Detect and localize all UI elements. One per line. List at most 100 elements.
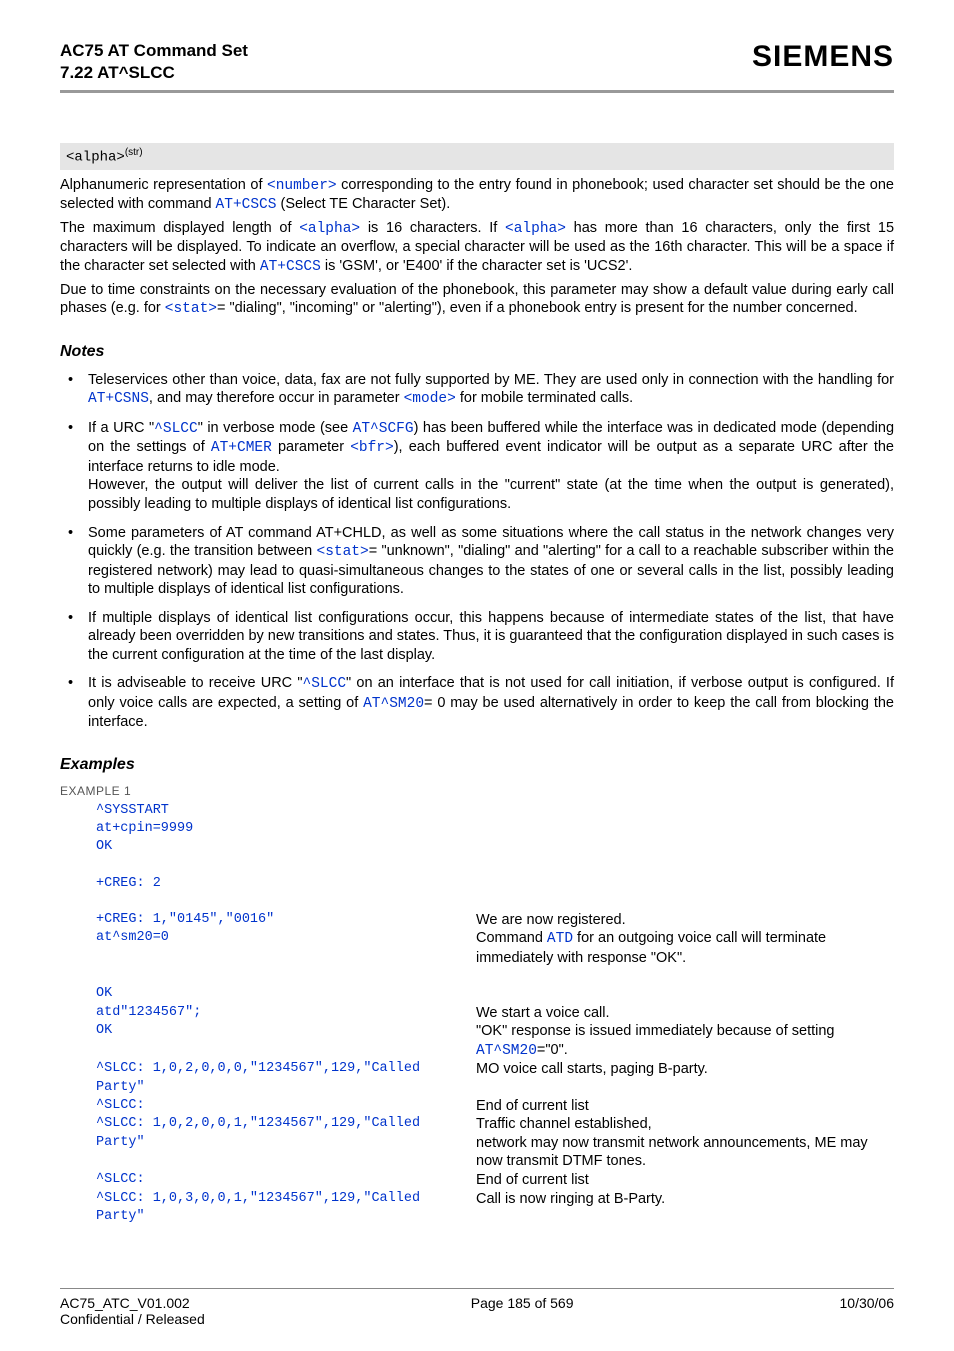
t: It is adviseable to receive URC " — [88, 675, 303, 691]
ex-cmd: OK — [96, 985, 476, 1003]
t: ="0". — [537, 1042, 568, 1058]
ex-desc: End of current list — [476, 1097, 894, 1116]
t: If multiple displays of identical list c… — [88, 610, 894, 663]
footer-date: 10/30/06 — [840, 1295, 895, 1327]
t: However, the output will deliver the lis… — [88, 477, 894, 512]
param-name: <alpha> — [66, 150, 125, 166]
header-line1: AC75 AT Command Set — [60, 41, 248, 60]
ex-cmd: atd"1234567"; — [96, 1004, 476, 1022]
para-3: Due to time constraints on the necessary… — [60, 281, 894, 319]
note-item: Teleservices other than voice, data, fax… — [60, 371, 894, 409]
footer-confidentiality: Confidential / Released — [60, 1311, 205, 1327]
page-header: AC75 AT Command Set 7.22 AT^SLCC SIEMENS — [60, 40, 894, 84]
ex-desc: We are now registered. — [476, 911, 894, 930]
page: AC75 AT Command Set 7.22 AT^SLCC SIEMENS… — [0, 0, 954, 1351]
ref-atd[interactable]: ATD — [547, 931, 573, 947]
t: network may now transmit network announc… — [476, 1135, 868, 1170]
t: (Select TE Character Set). — [276, 196, 450, 212]
ex-row: ^SLCC:End of current list — [96, 1171, 894, 1190]
ex-row: ^SYSSTART — [96, 802, 894, 820]
ex-cmd: at+cpin=9999 — [96, 820, 476, 838]
t: parameter — [272, 439, 350, 455]
ex-row: at^sm20=0Command ATD for an outgoing voi… — [96, 929, 894, 967]
param-sup: (str) — [125, 147, 143, 158]
examples-heading: Examples — [60, 756, 894, 774]
t: Teleservices other than voice, data, fax… — [88, 372, 894, 388]
t: for mobile terminated calls. — [456, 390, 633, 406]
ex-desc: MO voice call starts, paging B-party. — [476, 1060, 894, 1079]
t: " in verbose mode (see — [198, 420, 353, 436]
ref-at-cscs[interactable]: AT+CSCS — [216, 197, 277, 213]
note-item: If a URC "^SLCC" in verbose mode (see AT… — [60, 419, 894, 514]
t: Traffic channel established, — [476, 1116, 652, 1132]
ex-desc: "OK" response is issued immediately beca… — [476, 1022, 894, 1060]
page-footer: AC75_ATC_V01.002 Confidential / Released… — [60, 1288, 894, 1327]
para-2: The maximum displayed length of <alpha> … — [60, 219, 894, 277]
ref-at-sm20[interactable]: AT^SM20 — [363, 696, 424, 712]
ref-slcc[interactable]: ^SLCC — [154, 421, 198, 437]
ref-slcc[interactable]: ^SLCC — [303, 676, 347, 692]
ex-cmd: +CREG: 2 — [96, 875, 476, 893]
ref-alpha[interactable]: <alpha> — [299, 221, 360, 237]
ex-row: +CREG: 2 — [96, 875, 894, 893]
ex-desc: Call is now ringing at B-Party. — [476, 1190, 894, 1209]
blank — [96, 893, 894, 911]
example-1-block: ^SYSSTART at+cpin=9999 OK +CREG: 2 +CREG… — [60, 802, 894, 1226]
footer-doc-id: AC75_ATC_V01.002 — [60, 1295, 190, 1311]
header-divider — [60, 90, 894, 93]
ref-at-cscs[interactable]: AT+CSCS — [260, 259, 321, 275]
note-item: Some parameters of AT command AT+CHLD, a… — [60, 524, 894, 599]
t: If a URC " — [88, 420, 154, 436]
t: = "dialing", "incoming" or "alerting"), … — [217, 300, 858, 316]
ex-cmd: ^SLCC: — [96, 1171, 476, 1189]
ex-cmd: ^SLCC: 1,0,3,0,0,1,"1234567",129,"Called… — [96, 1190, 476, 1226]
ex-row: +CREG: 1,"0145","0016"We are now registe… — [96, 911, 894, 930]
ex-cmd: ^SYSSTART — [96, 802, 476, 820]
blank — [96, 857, 894, 875]
ex-desc: We start a voice call. — [476, 1004, 894, 1023]
t: Command — [476, 930, 547, 946]
ref-stat[interactable]: <stat> — [317, 544, 369, 560]
t: Alphanumeric representation of — [60, 177, 267, 193]
footer-left: AC75_ATC_V01.002 Confidential / Released — [60, 1295, 205, 1327]
ex-cmd: +CREG: 1,"0145","0016" — [96, 911, 476, 929]
ex-row: ^SLCC: 1,0,2,0,0,1,"1234567",129,"Called… — [96, 1115, 894, 1171]
ex-cmd: OK — [96, 1022, 476, 1040]
ref-at-cmer[interactable]: AT+CMER — [211, 440, 272, 456]
notes-heading: Notes — [60, 343, 894, 361]
ex-row: atd"1234567";We start a voice call. — [96, 1004, 894, 1023]
ref-at-csns[interactable]: AT+CSNS — [88, 391, 149, 407]
ref-number[interactable]: <number> — [267, 178, 337, 194]
t: is 'GSM', or 'E400' if the character set… — [321, 258, 633, 274]
blank — [96, 967, 894, 985]
ref-mode[interactable]: <mode> — [404, 391, 456, 407]
note-item: If multiple displays of identical list c… — [60, 609, 894, 665]
ex-desc: End of current list — [476, 1171, 894, 1190]
ref-at-scfg[interactable]: AT^SCFG — [353, 421, 414, 437]
notes-list: Teleservices other than voice, data, fax… — [60, 371, 894, 732]
example-1-label: EXAMPLE 1 — [60, 784, 894, 798]
footer-page-number: Page 185 of 569 — [471, 1295, 574, 1327]
header-line2: 7.22 AT^SLCC — [60, 63, 175, 82]
brand-logo: SIEMENS — [752, 40, 894, 74]
para-1: Alphanumeric representation of <number> … — [60, 176, 894, 215]
ex-desc: Command ATD for an outgoing voice call w… — [476, 929, 894, 967]
ref-at-sm20[interactable]: AT^SM20 — [476, 1043, 537, 1059]
t: "OK" response is issued immediately beca… — [476, 1023, 834, 1039]
ex-cmd: at^sm20=0 — [96, 929, 476, 947]
ref-bfr[interactable]: <bfr> — [350, 440, 394, 456]
ex-cmd: ^SLCC: — [96, 1097, 476, 1115]
ex-row: ^SLCC:End of current list — [96, 1097, 894, 1116]
ref-stat[interactable]: <stat> — [165, 301, 217, 317]
ex-row: at+cpin=9999 — [96, 820, 894, 838]
ex-row: ^SLCC: 1,0,3,0,0,1,"1234567",129,"Called… — [96, 1190, 894, 1226]
ex-cmd: OK — [96, 838, 476, 856]
ex-cmd: ^SLCC: 1,0,2,0,0,1,"1234567",129,"Called… — [96, 1115, 476, 1151]
t: , and may therefore occur in parameter — [149, 390, 404, 406]
ex-cmd: ^SLCC: 1,0,2,0,0,0,"1234567",129,"Called… — [96, 1060, 476, 1096]
header-title: AC75 AT Command Set 7.22 AT^SLCC — [60, 40, 248, 84]
ex-row: OK — [96, 985, 894, 1003]
ref-alpha[interactable]: <alpha> — [505, 221, 566, 237]
note-item: It is adviseable to receive URC "^SLCC" … — [60, 674, 894, 732]
ex-row: ^SLCC: 1,0,2,0,0,0,"1234567",129,"Called… — [96, 1060, 894, 1096]
